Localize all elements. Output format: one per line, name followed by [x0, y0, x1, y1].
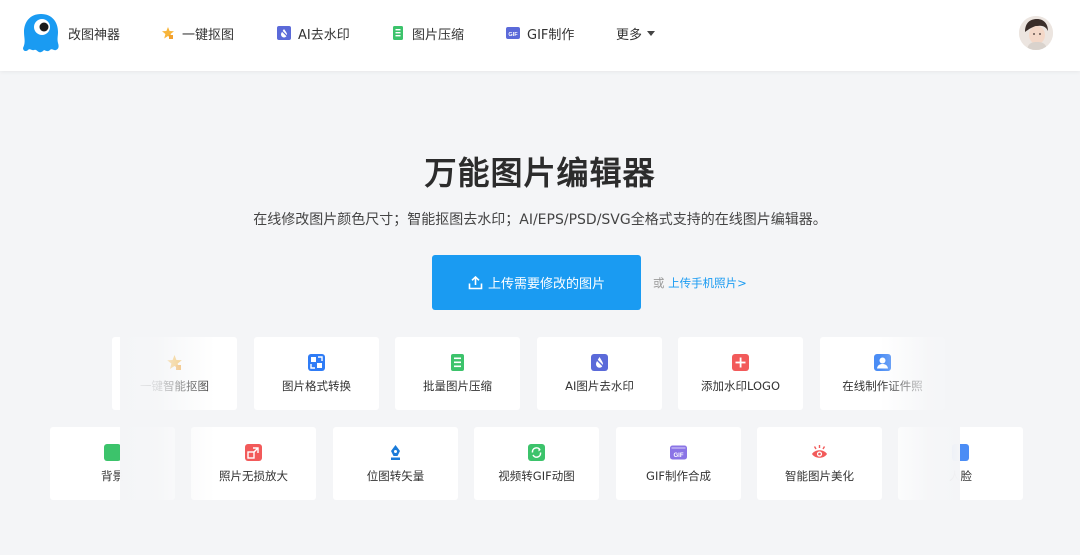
avatar-portrait-icon: [1019, 16, 1053, 50]
tool-card-add-watermark[interactable]: 添加水印LOGO: [678, 337, 803, 410]
tool-card-label: 智能图片美化: [785, 468, 854, 483]
tool-card-label: 人脸: [949, 468, 972, 483]
nav-item-gif[interactable]: GIF GIF制作: [506, 24, 575, 43]
svg-text:GIF: GIF: [674, 453, 684, 459]
format-convert-icon: [308, 353, 325, 371]
svg-text:GIF: GIF: [508, 32, 518, 38]
tool-card-bitmap-to-vector[interactable]: 位图转矢量: [333, 427, 458, 500]
tool-card-label: GIF制作合成: [646, 468, 711, 483]
tool-card-beautify[interactable]: 智能图片美化: [757, 427, 882, 500]
tool-card-video-to-gif[interactable]: 视频转GIF动图: [474, 427, 599, 500]
face-icon: [952, 443, 969, 461]
tool-card-label: 照片无损放大: [219, 468, 288, 483]
tool-card-background[interactable]: 背景: [50, 427, 175, 500]
gif-icon: GIF: [506, 27, 520, 39]
tool-card-label: 视频转GIF动图: [498, 468, 575, 483]
page-title: 万能图片编辑器: [424, 154, 656, 192]
tool-card-face[interactable]: 人脸: [898, 427, 1023, 500]
background-icon: [104, 443, 121, 461]
top-nav-bar: 改图神器 一键抠图 AI去水印 图片压缩 GIF GIF制作 更多: [0, 0, 1080, 71]
tool-card-format-convert[interactable]: 图片格式转换: [254, 337, 379, 410]
tool-card-id-photo[interactable]: 在线制作证件照: [820, 337, 945, 410]
tool-card-label: 位图转矢量: [366, 468, 425, 483]
tool-card-label: AI图片去水印: [565, 378, 634, 393]
nav-item-remove-watermark[interactable]: AI去水印: [277, 24, 350, 43]
nav-item-label: 图片压缩: [412, 27, 465, 43]
nav-item-label: 一键抠图: [182, 27, 235, 43]
nav-item-cutout[interactable]: 一键抠图: [161, 24, 235, 43]
brand-logo-icon[interactable]: [20, 12, 62, 54]
tool-card-label: 背景: [101, 468, 124, 483]
tool-card-label: 图片格式转换: [282, 378, 351, 393]
tool-card-remove-watermark[interactable]: AI图片去水印: [537, 337, 662, 410]
brand-name[interactable]: 改图神器: [68, 24, 120, 43]
id-photo-icon: [874, 353, 891, 371]
plus-icon: [732, 353, 749, 371]
tool-card-label: 添加水印LOGO: [700, 378, 780, 393]
nav-item-compress[interactable]: 图片压缩: [391, 24, 465, 43]
nav-more-dropdown[interactable]: 更多: [616, 24, 656, 43]
nav-more-label: 更多: [616, 28, 643, 43]
tool-card-lossless-enlarge[interactable]: 照片无损放大: [191, 427, 316, 500]
upload-button-label: 上传需要修改的图片: [487, 277, 605, 292]
upload-icon: [468, 275, 483, 289]
gif-icon: GIF: [670, 445, 687, 459]
alt-upload: 或 上传手机照片>: [653, 275, 747, 291]
star-cut-icon: [167, 354, 182, 370]
compress-icon: [393, 26, 403, 40]
page-subtitle: 在线修改图片颜色尺寸；智能抠图去水印；AI/EPS/PSD/SVG全格式支持的在…: [253, 212, 827, 228]
chevron-down-icon: [647, 31, 656, 36]
compress-icon: [451, 353, 464, 371]
alt-upload-prefix: 或: [653, 276, 665, 290]
tool-card-gif-maker[interactable]: GIF GIF制作合成: [616, 427, 741, 500]
enlarge-icon: [245, 443, 262, 461]
tool-card-label: 在线制作证件照: [842, 378, 923, 393]
nav-item-label: GIF制作: [527, 27, 575, 43]
upload-image-button[interactable]: 上传需要修改的图片: [432, 255, 641, 310]
video-gif-icon: [528, 443, 545, 461]
tool-card-smart-cutout[interactable]: 一键智能抠图: [112, 337, 237, 410]
upload-phone-photo-link[interactable]: 上传手机照片>: [668, 276, 747, 290]
tool-card-label: 批量图片压缩: [423, 378, 492, 393]
tool-card-label: 一键智能抠图: [140, 378, 209, 393]
water-drop-icon: [591, 353, 608, 371]
vector-pen-icon: [391, 444, 400, 460]
user-avatar[interactable]: [1019, 16, 1053, 50]
water-drop-icon: [277, 26, 291, 40]
tool-card-batch-compress[interactable]: 批量图片压缩: [395, 337, 520, 410]
nav-item-label: AI去水印: [298, 27, 350, 43]
star-cut-icon: [162, 27, 174, 39]
beautify-eye-icon: [812, 444, 827, 458]
